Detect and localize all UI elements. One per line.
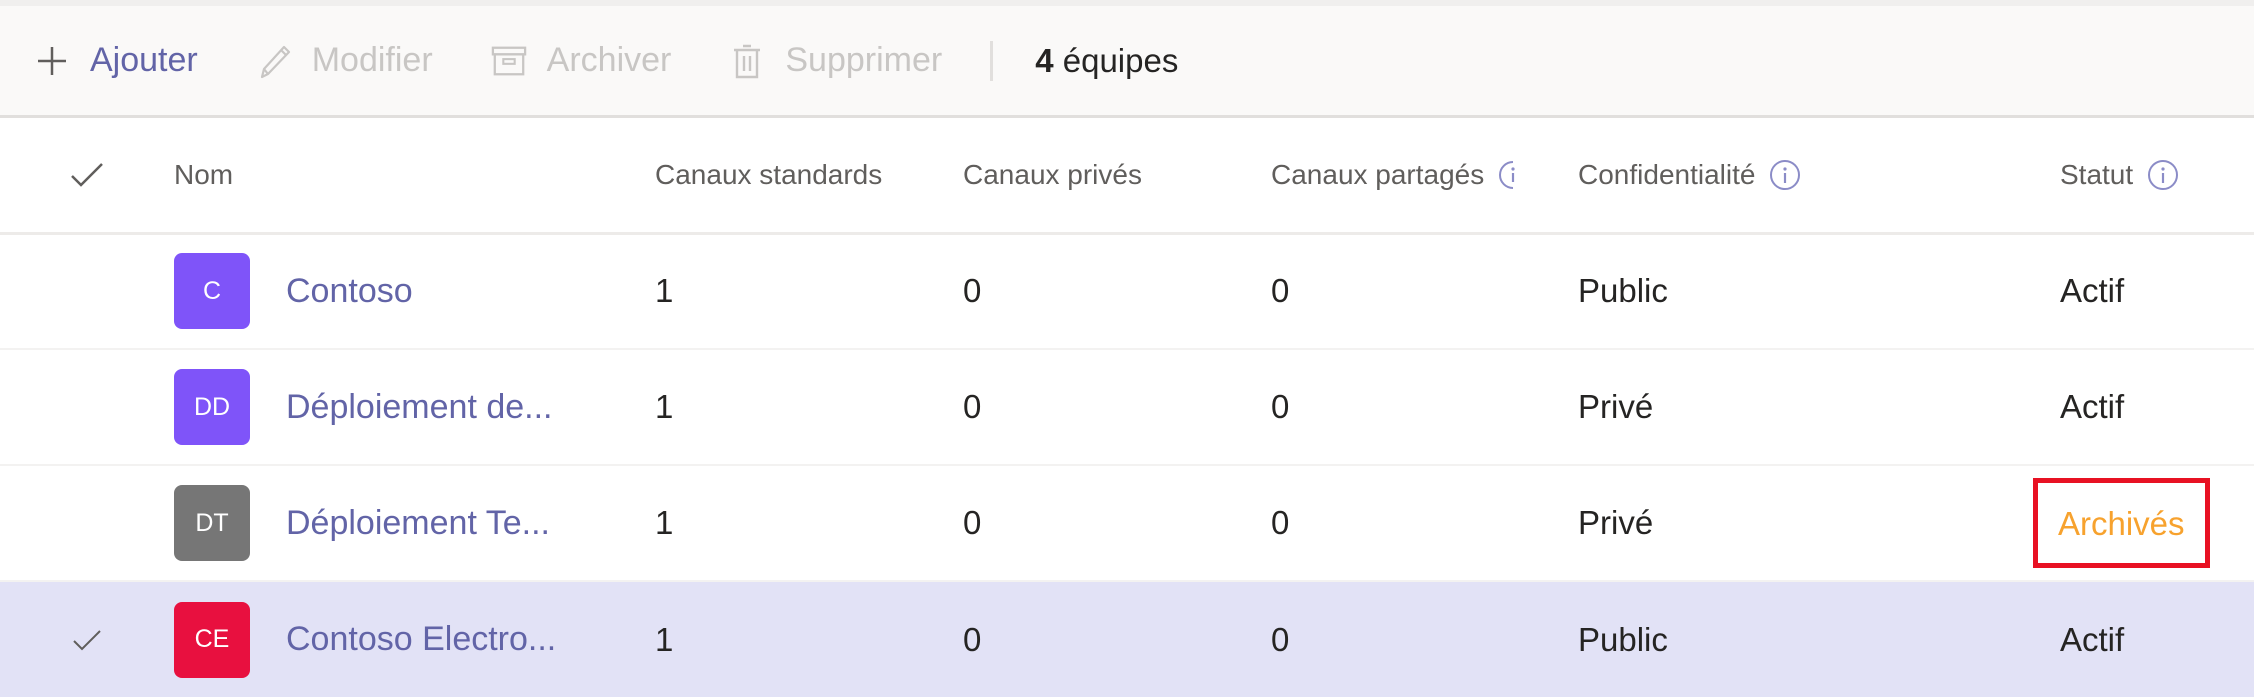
archived-status-label: Archivés <box>2058 505 2185 542</box>
status-cell: Archivés <box>2033 465 2254 581</box>
select-all-header[interactable] <box>0 118 174 233</box>
column-header-shared-channels[interactable]: Canaux partagés <box>1271 118 1578 233</box>
status-label: Statut <box>2060 158 2134 190</box>
column-header-standard-channels[interactable]: Canaux standards <box>655 118 963 233</box>
table-row[interactable]: DT Déploiement Te... 1 0 0 Privé Archivé… <box>0 465 2254 581</box>
team-name-link[interactable]: Déploiement de... <box>286 388 553 427</box>
add-label: Ajouter <box>90 41 198 79</box>
teams-table: Nom Canaux standards Canaux privés Canau… <box>0 118 2254 697</box>
column-header-privacy[interactable]: Confidentialité <box>1578 118 2060 233</box>
edit-button[interactable]: Modifier <box>256 41 433 81</box>
team-name-link[interactable]: Déploiement Te... <box>286 504 550 543</box>
private-channels-cell: 0 <box>963 388 982 425</box>
team-count-label: équipes <box>1062 41 1179 79</box>
shared-channels-cell: 0 <box>1271 272 1290 310</box>
shared-channels-cell: 0 <box>1271 388 1290 425</box>
status-cell: Actif <box>2060 620 2125 658</box>
status-cell: Actif <box>2060 272 2125 310</box>
team-avatar: DD <box>174 369 250 445</box>
info-icon[interactable] <box>1769 159 1801 191</box>
privacy-cell: Public <box>1578 272 1668 310</box>
privacy-cell: Privé <box>1578 388 1654 425</box>
row-checkbox-checked[interactable] <box>0 629 174 651</box>
team-count-number: 4 <box>1035 41 1054 79</box>
team-avatar: DT <box>174 485 250 561</box>
checkmark-icon <box>73 629 101 650</box>
select-all-checkbox[interactable] <box>0 162 174 188</box>
standard-channels-cell: 1 <box>655 620 674 658</box>
privacy-cell: Public <box>1578 620 1668 658</box>
standard-channels-cell: 1 <box>655 272 674 310</box>
private-channels-cell: 0 <box>963 504 982 541</box>
table-row[interactable]: C Contoso 1 0 0 Public Actif <box>0 233 2254 349</box>
toolbar-divider <box>990 40 994 81</box>
archive-box-icon <box>491 41 527 81</box>
table-row-selected[interactable]: CE Contoso Electro... 1 0 0 Public Actif <box>0 581 2254 697</box>
info-icon[interactable] <box>1498 160 1528 190</box>
team-count: 4 équipes <box>1035 42 1178 80</box>
archive-label: Archiver <box>546 41 672 79</box>
privacy-cell: Privé <box>1578 504 1654 541</box>
table-header-row: Nom Canaux standards Canaux privés Canau… <box>0 118 2254 233</box>
trash-icon <box>729 41 765 81</box>
checkmark-icon <box>71 162 103 187</box>
team-name-link[interactable]: Contoso Electro... <box>286 620 556 659</box>
column-header-status[interactable]: Statut <box>2060 118 2254 233</box>
edit-label: Modifier <box>311 41 433 79</box>
column-header-private-channels[interactable]: Canaux privés <box>963 118 1271 233</box>
shared-channels-cell: 0 <box>1271 620 1290 658</box>
shared-channels-cell: 0 <box>1271 504 1290 541</box>
delete-button[interactable]: Supprimer <box>729 41 942 81</box>
standard-channels-cell: 1 <box>655 388 674 425</box>
column-header-name[interactable]: Nom <box>174 118 655 233</box>
team-avatar: C <box>174 253 250 330</box>
team-name-link[interactable]: Contoso <box>286 272 413 311</box>
archive-button[interactable]: Archiver <box>491 41 672 81</box>
standard-channels-cell: 1 <box>655 504 674 541</box>
team-avatar: CE <box>174 601 250 678</box>
pencil-icon <box>256 41 292 81</box>
privacy-label: Confidentialité <box>1578 158 1756 190</box>
private-channels-cell: 0 <box>963 272 982 310</box>
delete-label: Supprimer <box>785 41 943 79</box>
add-button[interactable]: Ajouter <box>34 41 198 81</box>
shared-channels-label: Canaux partagés <box>1271 158 1485 190</box>
status-cell: Actif <box>2060 388 2125 425</box>
info-icon[interactable] <box>2147 159 2179 191</box>
private-channels-cell: 0 <box>963 620 982 658</box>
plus-icon <box>34 41 70 81</box>
toolbar: Ajouter Modifier Archiver Supprimer 4 éq… <box>0 6 2254 118</box>
highlight-box: Archivés <box>2033 478 2210 568</box>
table-row[interactable]: DD Déploiement de... 1 0 0 Privé Actif <box>0 349 2254 465</box>
